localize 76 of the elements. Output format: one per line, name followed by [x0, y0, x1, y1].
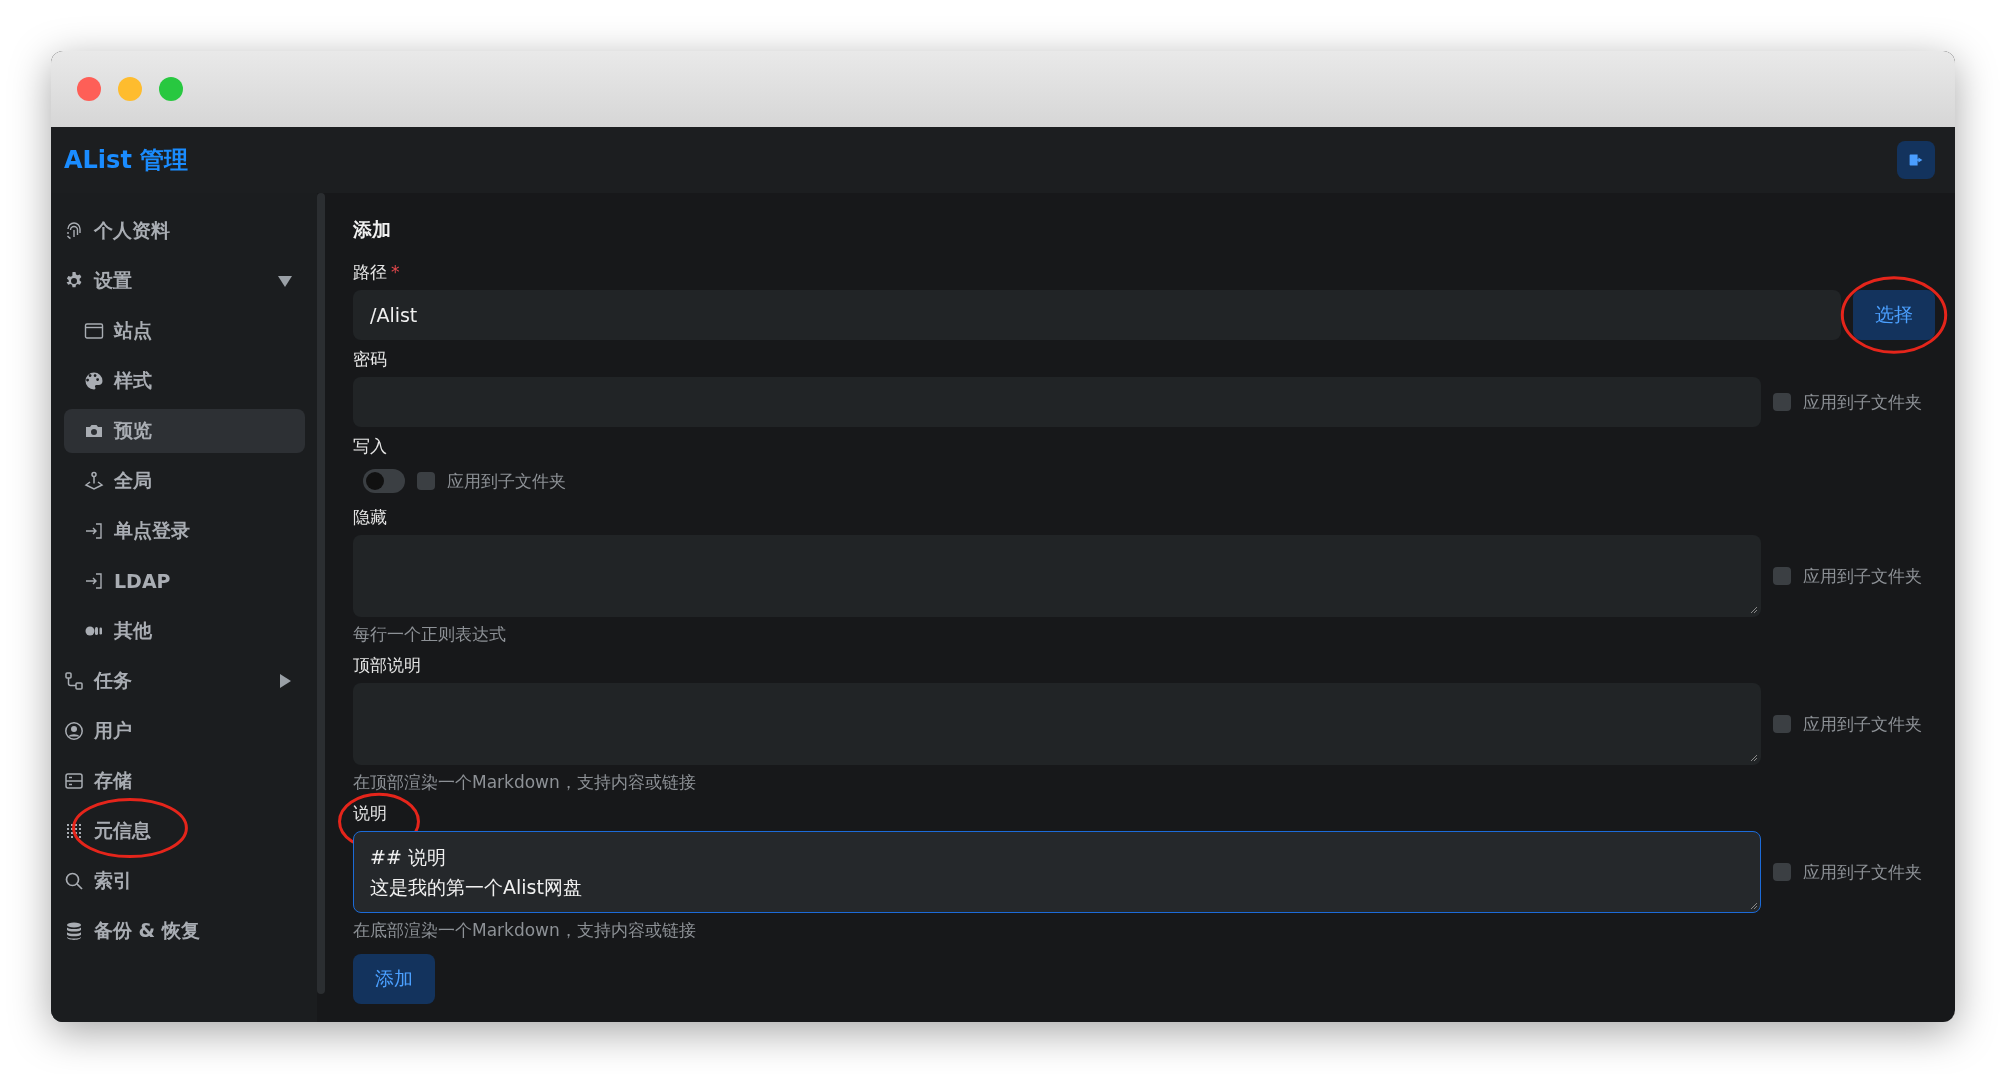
resize-grip-icon[interactable]: [1750, 902, 1758, 910]
sidebar-item[interactable]: 备份 & 恢复: [64, 909, 305, 953]
field-label: 说明: [353, 803, 387, 823]
sidebar-item[interactable]: 任务: [64, 659, 305, 703]
add-button[interactable]: 添加: [353, 954, 435, 1004]
help-text: 每行一个正则表达式: [353, 623, 507, 646]
sidebar-item[interactable]: LDAP: [64, 559, 305, 603]
flow-icon: [64, 671, 84, 691]
sidebar-label: 全局: [114, 468, 152, 493]
checkbox-label: 应用到子文件夹: [1803, 712, 1922, 736]
sign-in-icon: [84, 521, 104, 541]
checkbox[interactable]: [1773, 863, 1791, 881]
user-icon: [64, 721, 84, 741]
sidebar-item[interactable]: 存储: [64, 759, 305, 803]
sidebar-label: 索引: [94, 868, 132, 893]
sidebar-item[interactable]: 个人资料: [64, 209, 305, 253]
storage-icon: [64, 771, 84, 791]
sidebar-label: LDAP: [114, 570, 171, 592]
checkbox[interactable]: [1773, 567, 1791, 585]
sidebar-item[interactable]: 全局: [64, 459, 305, 503]
checkbox-label: 应用到子文件夹: [1803, 390, 1922, 414]
logout-icon: [1908, 152, 1924, 168]
minimize-button[interactable]: [118, 77, 142, 101]
field-label: 路径 *: [353, 262, 400, 282]
resize-grip-icon[interactable]: [1750, 606, 1758, 614]
checkbox-label: 应用到子文件夹: [447, 469, 566, 493]
input-field[interactable]: /Alist: [353, 290, 1841, 340]
sign-in-icon: [84, 571, 104, 591]
sidebar-label: 个人资料: [94, 218, 170, 243]
sidebar-label: 用户: [94, 718, 132, 743]
sidebar-label: 预览: [114, 418, 152, 443]
fingerprint-icon: [64, 221, 84, 241]
sidebar-label: 样式: [114, 368, 152, 393]
close-button[interactable]: [77, 77, 101, 101]
help-text: 在底部渲染一个Markdown，支持内容或链接: [353, 919, 697, 942]
checkbox-label: 应用到子文件夹: [1803, 564, 1922, 588]
grid-icon: [64, 821, 84, 841]
toggle-switch[interactable]: [363, 469, 405, 493]
sidebar-item[interactable]: 元信息: [64, 809, 305, 853]
sidebar-item[interactable]: 站点: [64, 309, 305, 353]
checkbox[interactable]: [417, 472, 435, 490]
sidebar-label: 设置: [94, 268, 132, 293]
field-label: 密码: [353, 349, 387, 369]
field-label: 顶部说明: [353, 655, 421, 675]
form-title: 添加: [353, 217, 392, 242]
checkbox[interactable]: [1773, 715, 1791, 733]
search-icon: [64, 871, 84, 891]
maximize-button[interactable]: [159, 77, 183, 101]
sidebar-label: 任务: [94, 668, 132, 693]
sidebar-item[interactable]: 样式: [64, 359, 305, 403]
sidebar-item[interactable]: 单点登录: [64, 509, 305, 553]
checkbox-label: 应用到子文件夹: [1803, 860, 1922, 884]
app-title: AList 管理: [64, 145, 189, 176]
sidebar-label: 站点: [114, 318, 152, 343]
field-label: 隐藏: [353, 507, 387, 527]
database-icon: [64, 921, 84, 941]
checkbox[interactable]: [1773, 393, 1791, 411]
sidebar-label: 单点登录: [114, 518, 190, 543]
text-area[interactable]: ## 说明 这是我的第一个Alist网盘: [353, 831, 1761, 913]
palette-icon: [84, 371, 104, 391]
joystick-icon: [84, 471, 104, 491]
sidebar-label: 其他: [114, 618, 152, 643]
sidebar-label: 存储: [94, 768, 132, 793]
window-icon: [84, 321, 104, 341]
sidebar-item[interactable]: 其他: [64, 609, 305, 653]
resize-grip-icon[interactable]: [1750, 754, 1758, 762]
sidebar-item[interactable]: 用户: [64, 709, 305, 753]
help-text: 在顶部渲染一个Markdown，支持内容或链接: [353, 771, 697, 794]
sidebar-item[interactable]: 预览: [64, 409, 305, 453]
field-label: 写入: [353, 436, 387, 456]
sidebar-item[interactable]: 索引: [64, 859, 305, 903]
sidebar-item[interactable]: 设置: [64, 259, 305, 303]
select-button[interactable]: 选择: [1853, 290, 1935, 340]
sidebar-label: 备份 & 恢复: [94, 918, 200, 943]
sidebar-label: 元信息: [94, 818, 151, 843]
logout-button[interactable]: [1897, 141, 1935, 179]
